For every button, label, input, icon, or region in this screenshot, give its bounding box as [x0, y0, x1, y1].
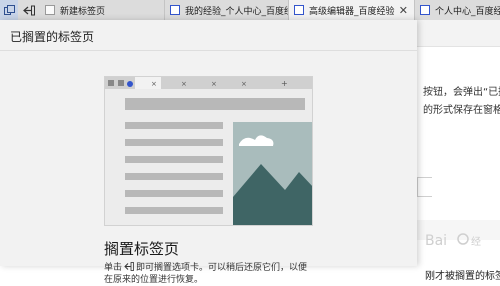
tab-preview-button[interactable]: [0, 0, 18, 20]
landscape-image-icon: [233, 122, 312, 225]
set-aside-panel: 已搁置的标签页 × × × × + 搁置标签页 单击 即可搁置选项卡。可以稍后还…: [0, 20, 417, 285]
close-icon[interactable]: ✕: [399, 4, 408, 17]
set-aside-tabs-button[interactable]: [20, 0, 38, 20]
tab-new-tab[interactable]: 新建标签页: [40, 0, 165, 20]
svg-text:×: ×: [241, 80, 247, 88]
watermark-logo: Bai 经: [425, 230, 485, 254]
illustration-bar: [125, 207, 223, 214]
tab-label: 高级编辑器_百度经验: [309, 6, 395, 17]
empty-state-title: 搁置标签页: [104, 240, 180, 258]
svg-text:经: 经: [471, 235, 481, 248]
illustration-page: [105, 89, 312, 225]
page-input-box: [417, 177, 432, 197]
site-favicon-icon: [420, 5, 430, 15]
description-text: 即可搁置选项卡。可以稍后还原它们，以便在原来的位置进行恢复。: [104, 263, 308, 285]
empty-state-illustration: × × × × +: [104, 76, 313, 226]
set-aside-icon: [124, 262, 134, 271]
page-text-line: 的形式保存在窗格中: [423, 105, 500, 116]
page-text-line: 刚才被搁置的标签: [425, 271, 500, 282]
tab-bar: 新建标签页 我的经验_个人中心_百度经验 高级编辑器_百度经验 ✕ 个人中心_百…: [0, 0, 500, 20]
tab-label: 我的经验_个人中心_百度经验: [185, 6, 288, 17]
svg-text:Bai: Bai: [425, 233, 447, 249]
description-text: 单击: [104, 263, 123, 273]
illustration-bar: [125, 122, 223, 129]
illustration-bar: [125, 173, 223, 180]
page-icon: [45, 5, 55, 15]
tabs-preview-icon: [3, 4, 15, 15]
tab-label: 新建标签页: [60, 6, 106, 17]
svg-text:×: ×: [211, 80, 217, 88]
site-favicon-icon: [170, 5, 180, 15]
svg-text:×: ×: [181, 80, 187, 88]
site-favicon-icon: [294, 5, 304, 15]
watermark-icon: Bai 经: [425, 233, 481, 249]
tab-personal-center[interactable]: 个人中心_百度经验: [415, 0, 500, 20]
illustration-bar: [125, 190, 223, 197]
illustration-bar: [125, 98, 305, 110]
tab-my-experience[interactable]: 我的经验_个人中心_百度经验: [165, 0, 289, 20]
page-text-line: 按钮，会弹出“已搁: [423, 87, 500, 98]
panel-title: 已搁置的标签页: [10, 30, 95, 44]
illustration-bar: [125, 139, 223, 146]
divider: [0, 50, 417, 51]
set-aside-icon: [23, 5, 35, 15]
illustration-tab-strip: × × × × +: [105, 77, 312, 89]
illustration-tab-marks-icon: × × × × +: [151, 79, 288, 88]
svg-text:+: +: [281, 79, 288, 88]
svg-text:×: ×: [151, 80, 157, 88]
tab-label: 个人中心_百度经验: [435, 6, 500, 17]
tab-advanced-editor[interactable]: 高级编辑器_百度经验 ✕: [289, 0, 415, 20]
illustration-bar: [125, 156, 223, 163]
